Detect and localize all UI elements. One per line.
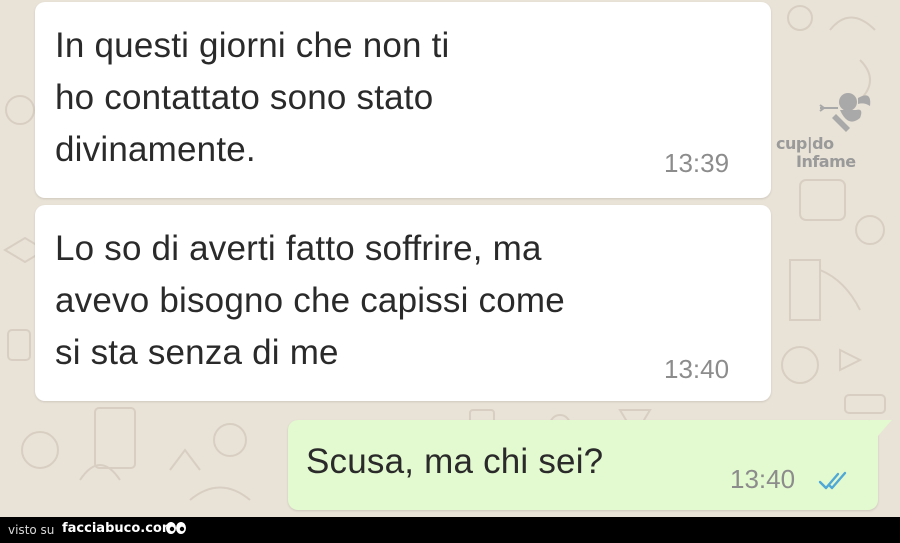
footer-prefix: visto su (8, 523, 55, 537)
message-timestamp: 13:39 (664, 148, 730, 178)
bubble-tail (870, 420, 892, 436)
message-timestamp: 13:40 (730, 464, 796, 494)
double-check-read-icon (818, 471, 847, 490)
message-text: Scusa, ma chi sei? (306, 442, 604, 481)
footer-bar: visto su facciabuco.com (0, 517, 900, 543)
message-text: Lo so di averti fatto soffrire, ma avevo… (55, 229, 565, 372)
message-timestamp: 13:40 (664, 354, 730, 384)
footer-brand[interactable]: facciabuco.com (62, 521, 175, 536)
message-text: In questi giorni che non ti ho contattat… (55, 26, 450, 169)
watermark-line-1: cup|do (776, 134, 834, 153)
eyes-icon (166, 522, 186, 534)
watermark-line-2: Infame (796, 152, 856, 171)
cupid-icon (819, 93, 871, 132)
watermark-logo: cup|do Infame (772, 88, 872, 176)
